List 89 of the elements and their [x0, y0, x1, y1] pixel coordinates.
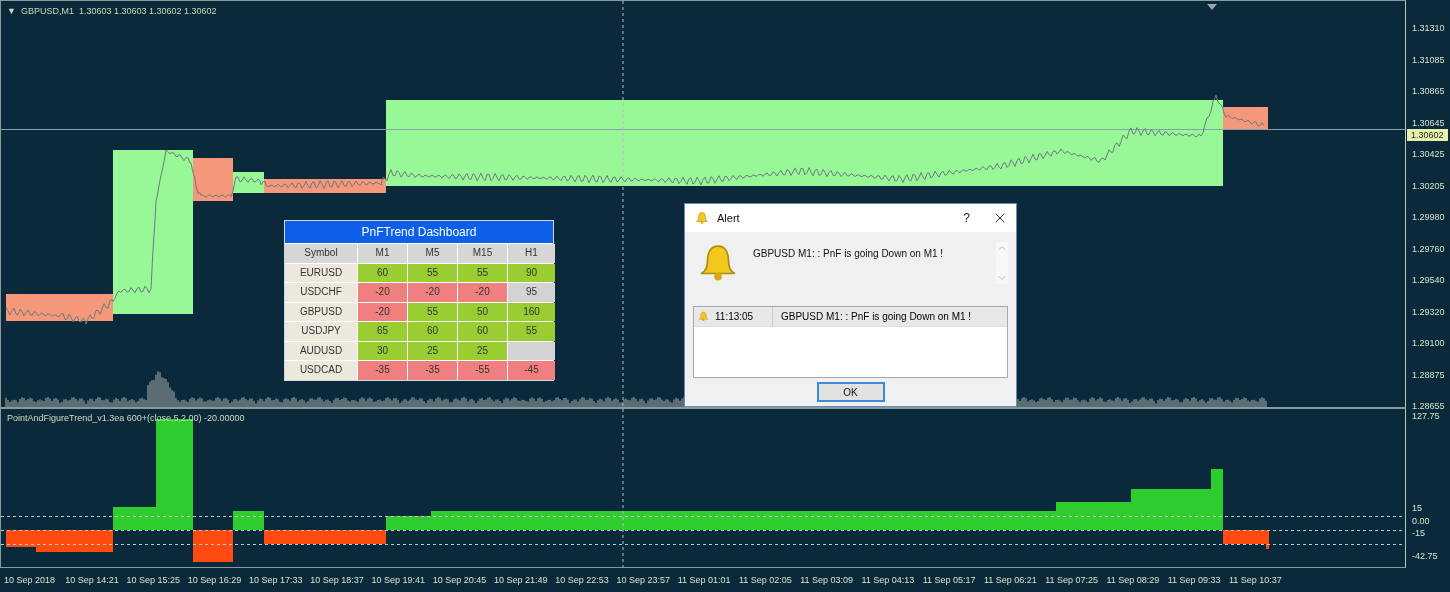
time-label: 11 Sep 09:33	[1167, 575, 1222, 585]
price-label: 1.28875	[1411, 368, 1446, 381]
symbol-cell: AUDUSD	[285, 341, 357, 360]
price-label: 1.30865	[1411, 85, 1446, 97]
price-label: 1.30645	[1411, 116, 1446, 129]
log-message: GBPUSD M1: : PnF is going Down on M1 !	[780, 311, 972, 322]
symbol-label: GBPUSD,M1	[20, 6, 74, 16]
alert-message: GBPUSD M1: : PnF is going Down on M1 !	[753, 248, 945, 259]
symbol-cell: EURUSD	[285, 263, 357, 282]
symbol-cell: USDJPY	[285, 322, 357, 341]
dashboard-title: PnFTrend Dashboard	[285, 221, 553, 243]
bell-icon	[695, 211, 709, 225]
value-cell: -20	[358, 283, 407, 302]
value-cell: -35	[408, 361, 457, 380]
time-label: 11 Sep 02:05	[739, 575, 793, 585]
current-price-tag: 1.30602	[1407, 129, 1448, 141]
indicator-scale-label: 15	[1411, 502, 1422, 515]
indicator-label: PointAndFigureTrend_v1.3ea 600+(close,5,2.00) -20.00000	[7, 413, 245, 423]
time-label: 11 Sep 03:09	[800, 575, 855, 585]
indicator-scale-label: -15	[1411, 527, 1425, 540]
value-cell: -20	[358, 302, 407, 321]
column-header: M15	[458, 244, 507, 263]
log-row[interactable]: 11:13:05 GBPUSD M1: : PnF is going Down on M1 !	[694, 307, 1007, 327]
time-label: 10 Sep 21:49	[494, 575, 549, 585]
value-cell: 65	[358, 322, 407, 341]
column-header: H1	[508, 244, 555, 263]
price-label: 1.29320	[1411, 305, 1446, 318]
value-cell: -55	[458, 361, 507, 380]
indicator-scale-label: 0.00	[1411, 514, 1430, 527]
column-header: Symbol	[285, 244, 357, 263]
log-time: 11:13:05	[715, 311, 754, 322]
shift-marker-icon[interactable]	[1207, 4, 1217, 10]
bell-icon	[698, 311, 709, 322]
time-label: 11 Sep 04:13	[861, 575, 916, 585]
menu-glyph[interactable]: ▼	[7, 6, 16, 16]
value-cell: 50	[458, 302, 507, 321]
value-cell: 95	[508, 283, 555, 302]
value-cell: 60	[358, 263, 407, 282]
symbol-cell: USDCAD	[285, 361, 357, 380]
value-cell: 160	[508, 302, 555, 321]
indicator-scale-label: -42.75	[1411, 549, 1438, 562]
value-cell: 60	[458, 322, 507, 341]
time-label: 11 Sep 07:25	[1045, 575, 1100, 585]
price-label: 1.30205	[1411, 179, 1446, 192]
quote-values: 1.30603 1.30603 1.30602 1.30602	[78, 6, 217, 16]
price-label: 1.29760	[1411, 242, 1446, 255]
time-label: 11 Sep 01:01	[677, 575, 732, 585]
dialog-title: Alert	[717, 212, 741, 224]
column-header: M5	[408, 244, 457, 263]
price-label: 1.29980	[1411, 211, 1446, 223]
price-label: 1.31310	[1411, 22, 1446, 34]
time-label: 11 Sep 10:37	[1229, 575, 1283, 585]
value-cell: -35	[358, 361, 407, 380]
value-cell: -20	[458, 283, 507, 302]
value-cell: 30	[358, 341, 407, 360]
value-cell: 55	[458, 263, 507, 282]
time-label: 10 Sep 20:45	[432, 575, 488, 585]
symbol-cell: USDCHF	[285, 283, 357, 302]
time-label: 10 Sep 17:33	[249, 575, 304, 585]
value-cell: -20	[408, 283, 457, 302]
price-label: 1.29540	[1411, 274, 1446, 286]
indicator-scale-label: 127.75	[1411, 410, 1440, 422]
price-label: 1.30425	[1411, 148, 1446, 160]
value-cell: 55	[508, 322, 555, 341]
column-header: M1	[358, 244, 407, 263]
symbol-cell: GBPUSD	[285, 302, 357, 321]
price-label: 1.29100	[1411, 337, 1446, 349]
time-label: 10 Sep 23:57	[616, 575, 672, 585]
time-label: 11 Sep 05:17	[922, 575, 977, 585]
time-label: 10 Sep 19:41	[371, 575, 427, 585]
time-label: 10 Sep 15:25	[126, 575, 182, 585]
help-button[interactable]: ?	[949, 211, 984, 225]
price-label: 1.28655	[1411, 400, 1446, 412]
value-cell: 55	[408, 263, 457, 282]
ok-button[interactable]: OK	[816, 382, 885, 402]
value-cell: -45	[508, 361, 555, 380]
time-label: 10 Sep 18:37	[310, 575, 365, 585]
time-label: 10 Sep 14:21	[65, 575, 120, 585]
time-label: 10 Sep 22:53	[555, 575, 610, 585]
time-label: 11 Sep 06:21	[984, 575, 1038, 585]
time-label: 10 Sep 16:29	[187, 575, 243, 585]
value-cell: 25	[408, 341, 457, 360]
value-cell: 55	[408, 302, 457, 321]
value-cell: 25	[458, 341, 507, 360]
value-cell: 90	[508, 263, 555, 282]
time-label: 11 Sep 08:29	[1106, 575, 1161, 585]
price-label: 1.31085	[1411, 53, 1446, 66]
time-label: 10 Sep 2018	[4, 575, 57, 585]
value-cell: 60	[408, 322, 457, 341]
